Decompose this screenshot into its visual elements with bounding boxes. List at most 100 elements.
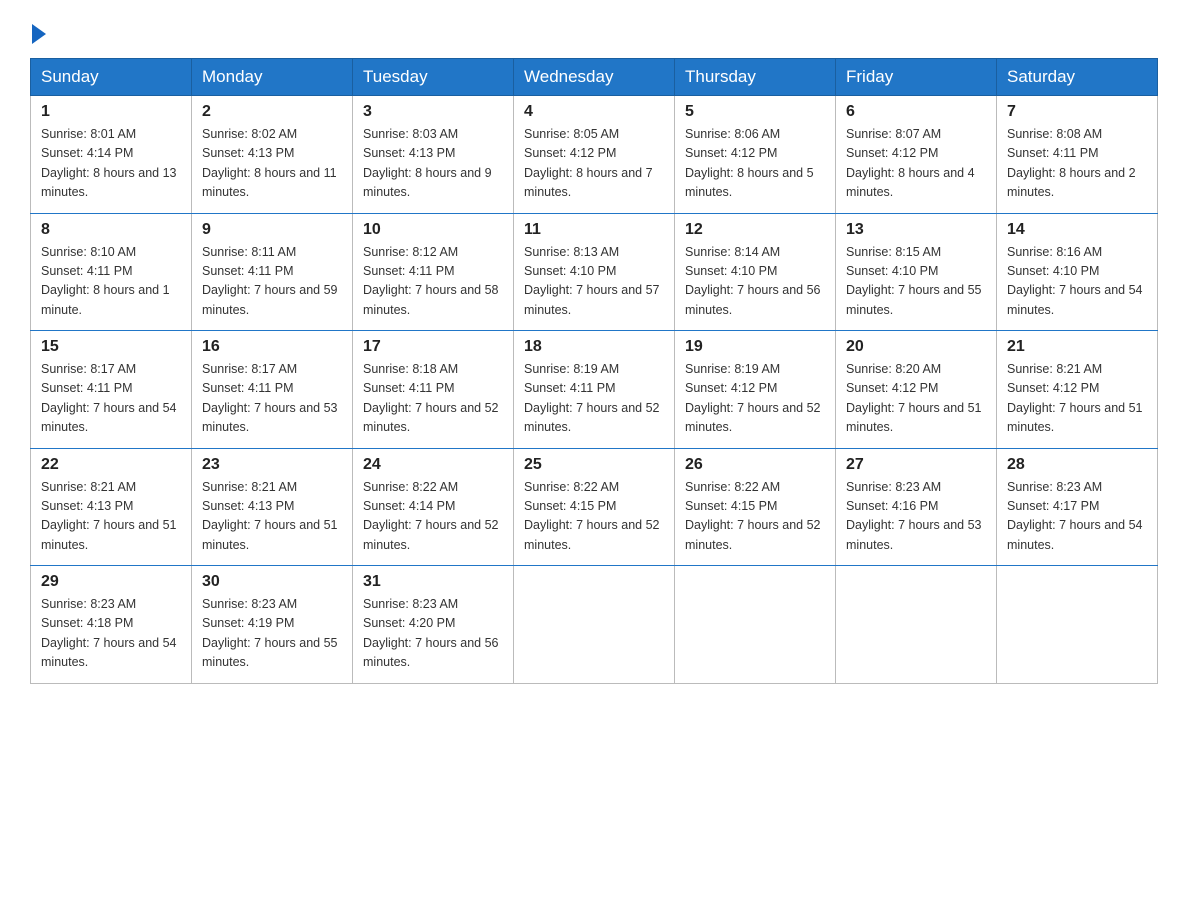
day-info: Sunrise: 8:16 AMSunset: 4:10 PMDaylight:… xyxy=(1007,245,1143,317)
day-info: Sunrise: 8:17 AMSunset: 4:11 PMDaylight:… xyxy=(202,362,338,434)
day-number: 20 xyxy=(846,338,986,356)
calendar-cell: 7 Sunrise: 8:08 AMSunset: 4:11 PMDayligh… xyxy=(997,96,1158,214)
calendar-cell: 6 Sunrise: 8:07 AMSunset: 4:12 PMDayligh… xyxy=(836,96,997,214)
calendar-cell xyxy=(997,566,1158,684)
day-info: Sunrise: 8:07 AMSunset: 4:12 PMDaylight:… xyxy=(846,127,975,199)
day-header-tuesday: Tuesday xyxy=(353,59,514,96)
day-info: Sunrise: 8:23 AMSunset: 4:19 PMDaylight:… xyxy=(202,597,338,669)
day-number: 2 xyxy=(202,103,342,121)
calendar-cell: 22 Sunrise: 8:21 AMSunset: 4:13 PMDaylig… xyxy=(31,448,192,566)
day-info: Sunrise: 8:13 AMSunset: 4:10 PMDaylight:… xyxy=(524,245,660,317)
day-number: 9 xyxy=(202,221,342,239)
day-info: Sunrise: 8:11 AMSunset: 4:11 PMDaylight:… xyxy=(202,245,338,317)
day-number: 21 xyxy=(1007,338,1147,356)
calendar-cell: 24 Sunrise: 8:22 AMSunset: 4:14 PMDaylig… xyxy=(353,448,514,566)
day-info: Sunrise: 8:23 AMSunset: 4:16 PMDaylight:… xyxy=(846,480,982,552)
logo-arrow-icon xyxy=(32,24,46,44)
calendar-cell: 20 Sunrise: 8:20 AMSunset: 4:12 PMDaylig… xyxy=(836,331,997,449)
calendar-cell: 21 Sunrise: 8:21 AMSunset: 4:12 PMDaylig… xyxy=(997,331,1158,449)
calendar-cell: 23 Sunrise: 8:21 AMSunset: 4:13 PMDaylig… xyxy=(192,448,353,566)
day-number: 24 xyxy=(363,456,503,474)
day-number: 8 xyxy=(41,221,181,239)
day-info: Sunrise: 8:23 AMSunset: 4:18 PMDaylight:… xyxy=(41,597,177,669)
day-number: 17 xyxy=(363,338,503,356)
day-info: Sunrise: 8:19 AMSunset: 4:12 PMDaylight:… xyxy=(685,362,821,434)
day-number: 29 xyxy=(41,573,181,591)
day-number: 27 xyxy=(846,456,986,474)
day-number: 14 xyxy=(1007,221,1147,239)
calendar-table: SundayMondayTuesdayWednesdayThursdayFrid… xyxy=(30,58,1158,684)
day-number: 31 xyxy=(363,573,503,591)
calendar-cell xyxy=(514,566,675,684)
calendar-cell: 19 Sunrise: 8:19 AMSunset: 4:12 PMDaylig… xyxy=(675,331,836,449)
logo xyxy=(30,20,46,40)
calendar-cell: 1 Sunrise: 8:01 AMSunset: 4:14 PMDayligh… xyxy=(31,96,192,214)
calendar-cell: 14 Sunrise: 8:16 AMSunset: 4:10 PMDaylig… xyxy=(997,213,1158,331)
day-header-monday: Monday xyxy=(192,59,353,96)
calendar-week-row: 15 Sunrise: 8:17 AMSunset: 4:11 PMDaylig… xyxy=(31,331,1158,449)
calendar-cell xyxy=(836,566,997,684)
calendar-week-row: 8 Sunrise: 8:10 AMSunset: 4:11 PMDayligh… xyxy=(31,213,1158,331)
calendar-cell: 16 Sunrise: 8:17 AMSunset: 4:11 PMDaylig… xyxy=(192,331,353,449)
calendar-week-row: 22 Sunrise: 8:21 AMSunset: 4:13 PMDaylig… xyxy=(31,448,1158,566)
day-number: 23 xyxy=(202,456,342,474)
calendar-cell: 12 Sunrise: 8:14 AMSunset: 4:10 PMDaylig… xyxy=(675,213,836,331)
day-header-sunday: Sunday xyxy=(31,59,192,96)
calendar-cell: 30 Sunrise: 8:23 AMSunset: 4:19 PMDaylig… xyxy=(192,566,353,684)
day-number: 18 xyxy=(524,338,664,356)
day-info: Sunrise: 8:22 AMSunset: 4:14 PMDaylight:… xyxy=(363,480,499,552)
day-number: 13 xyxy=(846,221,986,239)
calendar-cell xyxy=(675,566,836,684)
day-info: Sunrise: 8:01 AMSunset: 4:14 PMDaylight:… xyxy=(41,127,177,199)
calendar-cell: 15 Sunrise: 8:17 AMSunset: 4:11 PMDaylig… xyxy=(31,331,192,449)
day-info: Sunrise: 8:05 AMSunset: 4:12 PMDaylight:… xyxy=(524,127,653,199)
day-number: 28 xyxy=(1007,456,1147,474)
day-number: 16 xyxy=(202,338,342,356)
day-number: 11 xyxy=(524,221,664,239)
calendar-cell: 5 Sunrise: 8:06 AMSunset: 4:12 PMDayligh… xyxy=(675,96,836,214)
header xyxy=(30,20,1158,40)
calendar-cell: 8 Sunrise: 8:10 AMSunset: 4:11 PMDayligh… xyxy=(31,213,192,331)
day-info: Sunrise: 8:02 AMSunset: 4:13 PMDaylight:… xyxy=(202,127,337,199)
day-number: 25 xyxy=(524,456,664,474)
day-number: 30 xyxy=(202,573,342,591)
day-info: Sunrise: 8:18 AMSunset: 4:11 PMDaylight:… xyxy=(363,362,499,434)
calendar-cell: 26 Sunrise: 8:22 AMSunset: 4:15 PMDaylig… xyxy=(675,448,836,566)
calendar-cell: 18 Sunrise: 8:19 AMSunset: 4:11 PMDaylig… xyxy=(514,331,675,449)
day-header-thursday: Thursday xyxy=(675,59,836,96)
day-info: Sunrise: 8:23 AMSunset: 4:17 PMDaylight:… xyxy=(1007,480,1143,552)
day-number: 4 xyxy=(524,103,664,121)
day-number: 12 xyxy=(685,221,825,239)
day-header-wednesday: Wednesday xyxy=(514,59,675,96)
calendar-cell: 25 Sunrise: 8:22 AMSunset: 4:15 PMDaylig… xyxy=(514,448,675,566)
day-info: Sunrise: 8:21 AMSunset: 4:13 PMDaylight:… xyxy=(41,480,177,552)
calendar-cell: 29 Sunrise: 8:23 AMSunset: 4:18 PMDaylig… xyxy=(31,566,192,684)
calendar-cell: 31 Sunrise: 8:23 AMSunset: 4:20 PMDaylig… xyxy=(353,566,514,684)
day-info: Sunrise: 8:08 AMSunset: 4:11 PMDaylight:… xyxy=(1007,127,1136,199)
day-number: 15 xyxy=(41,338,181,356)
day-number: 6 xyxy=(846,103,986,121)
calendar-cell: 9 Sunrise: 8:11 AMSunset: 4:11 PMDayligh… xyxy=(192,213,353,331)
day-number: 22 xyxy=(41,456,181,474)
day-info: Sunrise: 8:22 AMSunset: 4:15 PMDaylight:… xyxy=(524,480,660,552)
day-info: Sunrise: 8:22 AMSunset: 4:15 PMDaylight:… xyxy=(685,480,821,552)
day-info: Sunrise: 8:15 AMSunset: 4:10 PMDaylight:… xyxy=(846,245,982,317)
day-info: Sunrise: 8:23 AMSunset: 4:20 PMDaylight:… xyxy=(363,597,499,669)
day-info: Sunrise: 8:21 AMSunset: 4:12 PMDaylight:… xyxy=(1007,362,1143,434)
day-number: 3 xyxy=(363,103,503,121)
calendar-week-row: 29 Sunrise: 8:23 AMSunset: 4:18 PMDaylig… xyxy=(31,566,1158,684)
day-header-friday: Friday xyxy=(836,59,997,96)
calendar-header-row: SundayMondayTuesdayWednesdayThursdayFrid… xyxy=(31,59,1158,96)
day-number: 7 xyxy=(1007,103,1147,121)
day-number: 5 xyxy=(685,103,825,121)
calendar-cell: 28 Sunrise: 8:23 AMSunset: 4:17 PMDaylig… xyxy=(997,448,1158,566)
calendar-cell: 27 Sunrise: 8:23 AMSunset: 4:16 PMDaylig… xyxy=(836,448,997,566)
day-info: Sunrise: 8:12 AMSunset: 4:11 PMDaylight:… xyxy=(363,245,499,317)
calendar-cell: 3 Sunrise: 8:03 AMSunset: 4:13 PMDayligh… xyxy=(353,96,514,214)
calendar-cell: 11 Sunrise: 8:13 AMSunset: 4:10 PMDaylig… xyxy=(514,213,675,331)
day-info: Sunrise: 8:03 AMSunset: 4:13 PMDaylight:… xyxy=(363,127,492,199)
calendar-cell: 2 Sunrise: 8:02 AMSunset: 4:13 PMDayligh… xyxy=(192,96,353,214)
calendar-week-row: 1 Sunrise: 8:01 AMSunset: 4:14 PMDayligh… xyxy=(31,96,1158,214)
day-info: Sunrise: 8:19 AMSunset: 4:11 PMDaylight:… xyxy=(524,362,660,434)
day-info: Sunrise: 8:06 AMSunset: 4:12 PMDaylight:… xyxy=(685,127,814,199)
